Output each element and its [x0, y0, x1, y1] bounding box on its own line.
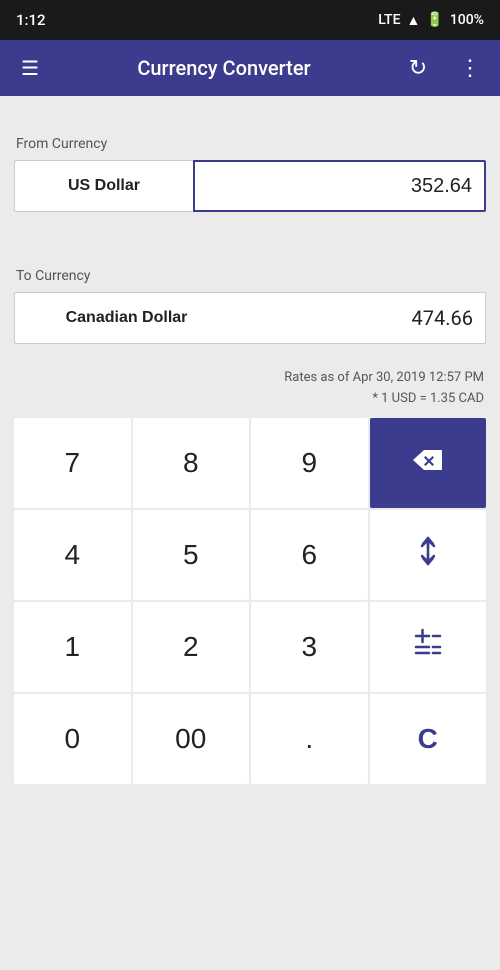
keypad: 7 8 9 4 5 6 1: [14, 418, 486, 784]
menu-button[interactable]: ☰: [12, 50, 48, 86]
key-9[interactable]: 9: [251, 418, 368, 508]
swap-button[interactable]: [370, 510, 487, 600]
battery-label: 100%: [450, 12, 484, 28]
key-00[interactable]: 00: [133, 694, 250, 784]
to-currency-row: Canadian Dollar 474.66: [14, 292, 486, 344]
clear-button[interactable]: C: [370, 694, 487, 784]
to-currency-selector[interactable]: Canadian Dollar: [14, 292, 238, 344]
swap-icon: [414, 536, 442, 573]
rate-line2: * 1 USD = 1.35 CAD: [16, 389, 484, 410]
backspace-icon: [412, 449, 444, 477]
network-label: LTE: [378, 12, 400, 28]
key-2[interactable]: 2: [133, 602, 250, 692]
from-currency-label: From Currency: [14, 136, 486, 152]
from-currency-input[interactable]: [193, 160, 486, 212]
to-currency-label: To Currency: [14, 268, 486, 284]
status-time: 1:12: [16, 11, 46, 29]
key-0[interactable]: 0: [14, 694, 131, 784]
signal-icon: ▲: [407, 12, 421, 29]
more-icon: ⋮: [459, 56, 481, 81]
status-bar: 1:12 LTE ▲ 🔋 100%: [0, 0, 500, 40]
key-7[interactable]: 7: [14, 418, 131, 508]
to-currency-amount: 474.66: [238, 292, 486, 344]
key-dot[interactable]: .: [251, 694, 368, 784]
key-3[interactable]: 3: [251, 602, 368, 692]
refresh-icon: ↻: [409, 56, 427, 81]
key-6[interactable]: 6: [251, 510, 368, 600]
rate-line1: Rates as of Apr 30, 2019 12:57 PM: [16, 368, 484, 389]
status-right: LTE ▲ 🔋 100%: [378, 12, 484, 29]
from-currency-row: US Dollar: [14, 160, 486, 212]
rate-info: Rates as of Apr 30, 2019 12:57 PM * 1 US…: [14, 368, 486, 410]
key-1[interactable]: 1: [14, 602, 131, 692]
from-currency-selector[interactable]: US Dollar: [14, 160, 193, 212]
key-5[interactable]: 5: [133, 510, 250, 600]
key-4[interactable]: 4: [14, 510, 131, 600]
refresh-button[interactable]: ↻: [400, 50, 436, 86]
main-content: From Currency US Dollar To Currency Cana…: [0, 96, 500, 970]
key-8[interactable]: 8: [133, 418, 250, 508]
operations-icon: [413, 628, 443, 665]
menu-icon: ☰: [21, 56, 39, 80]
clear-icon: C: [418, 723, 438, 755]
backspace-button[interactable]: [370, 418, 487, 508]
toolbar: ☰ Currency Converter ↻ ⋮: [0, 40, 500, 96]
more-button[interactable]: ⋮: [452, 50, 488, 86]
app-title: Currency Converter: [64, 56, 384, 80]
operations-button[interactable]: [370, 602, 487, 692]
battery-icon: 🔋: [426, 12, 443, 28]
